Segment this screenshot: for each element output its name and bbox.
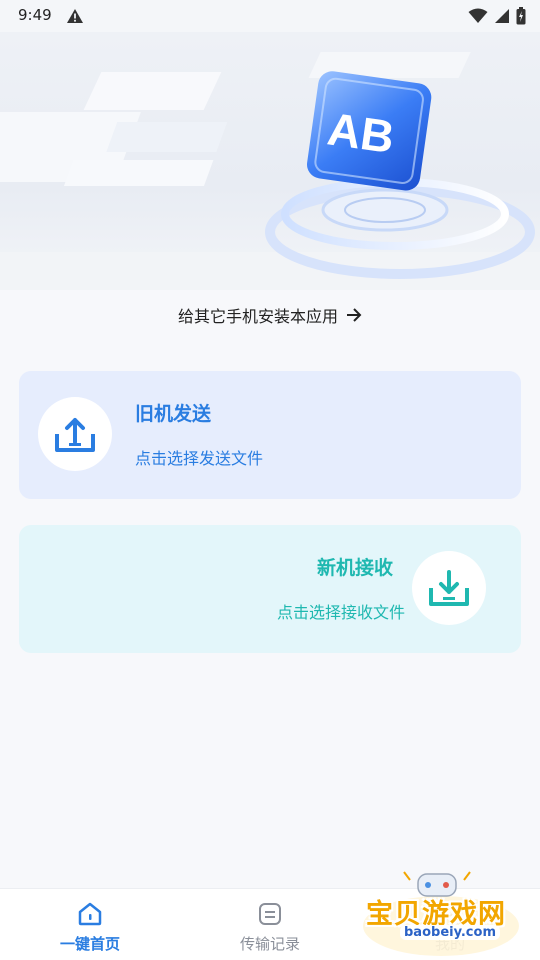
receive-icon-circle [412, 551, 486, 625]
install-link-label: 给其它手机安装本应用 [177, 307, 338, 326]
watermark-logo: 宝贝游戏网 baobeiy.com [356, 868, 526, 960]
send-card[interactable]: 旧机发送 点击选择发送文件 [19, 371, 521, 499]
home-icon [78, 902, 102, 926]
tab-records-label: 传输记录 [239, 935, 300, 953]
signal-icon [495, 9, 509, 23]
hero-banner: AB [0, 32, 540, 290]
receive-card-title: 新机接收 [316, 557, 393, 579]
upload-icon [55, 418, 95, 452]
receive-card[interactable]: 新机接收 点击选择接收文件 [19, 525, 521, 653]
hero-logo-text: AB [325, 102, 398, 163]
warning-icon [67, 9, 83, 23]
receive-card-subtitle: 点击选择接收文件 [276, 603, 405, 622]
send-card-title: 旧机发送 [135, 403, 212, 425]
send-card-subtitle: 点击选择发送文件 [135, 449, 264, 468]
download-icon [429, 570, 469, 606]
hero-illustration: AB [0, 52, 540, 290]
battery-icon [516, 7, 526, 25]
tab-transfer-records[interactable]: 传输记录 [180, 889, 360, 960]
install-other-phone-link[interactable]: 给其它手机安装本应用 [0, 300, 540, 330]
tab-home-label: 一键首页 [59, 935, 120, 953]
records-icon [259, 903, 281, 925]
arrow-right-icon [347, 308, 362, 322]
tab-home[interactable]: 一键首页 [0, 889, 180, 960]
watermark-url: baobeiy.com [400, 925, 500, 940]
send-icon-circle [38, 397, 112, 471]
status-bar: 9:49 [0, 0, 540, 32]
status-time: 9:49 [18, 6, 52, 24]
wifi-icon [468, 8, 488, 23]
